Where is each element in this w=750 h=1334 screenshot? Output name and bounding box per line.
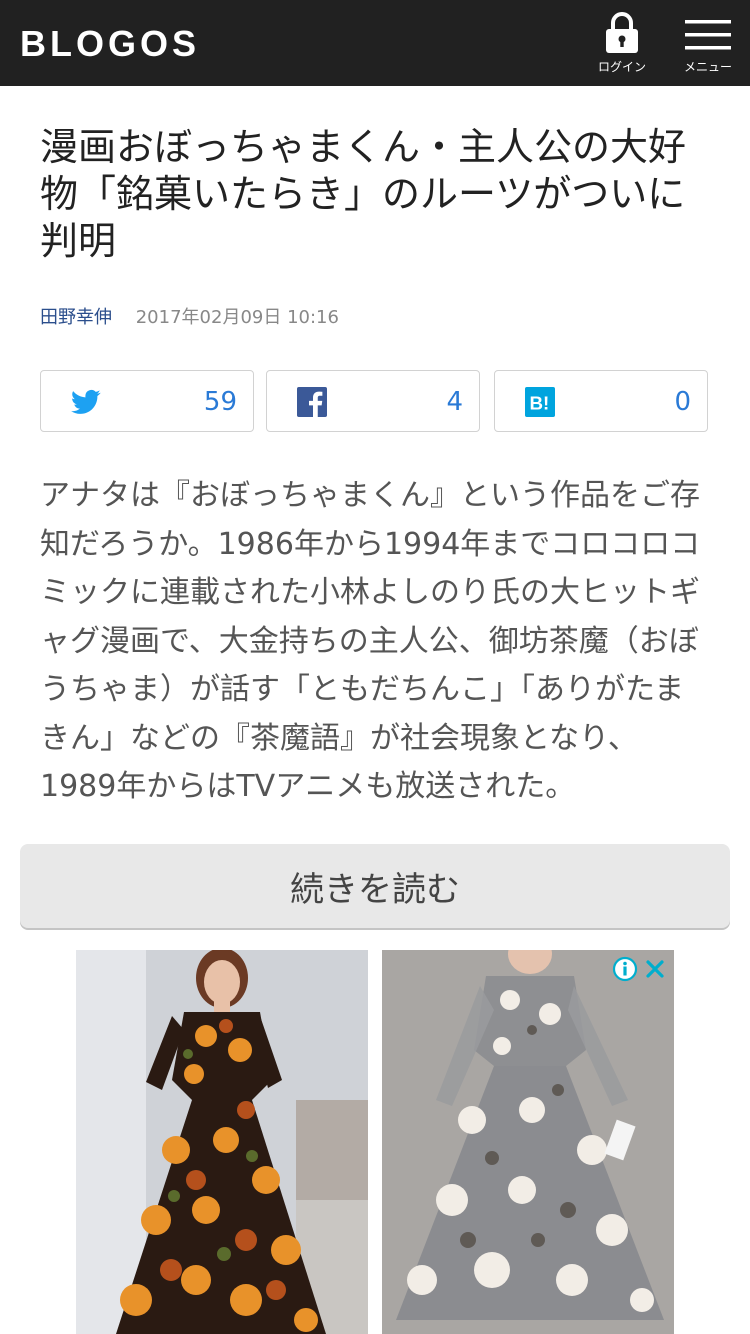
twitter-share-count: 59 xyxy=(203,387,237,417)
article-excerpt: アナタは『おぼっちゃまくん』という作品をご存知だろうか。1986年から1994年… xyxy=(40,478,701,804)
menu-button[interactable]: メニュー xyxy=(680,18,736,80)
svg-text:B!: B! xyxy=(529,393,549,414)
publish-date: 2017年02月09日 10:16 xyxy=(135,307,339,328)
hamburger-menu-icon xyxy=(685,20,731,50)
lock-icon xyxy=(606,12,638,53)
site-header: BLOGOS ログイン メニュー xyxy=(0,0,750,86)
hatena-bookmark-share-button[interactable]: B! 0 xyxy=(494,370,708,432)
facebook-icon xyxy=(297,387,327,417)
site-logo[interactable]: BLOGOS xyxy=(20,24,200,64)
info-icon[interactable] xyxy=(612,956,638,982)
gray-floral-lace-dress-illustration xyxy=(382,950,674,1334)
twitter-share-button[interactable]: 59 xyxy=(40,370,254,432)
login-button[interactable]: ログイン xyxy=(594,10,650,80)
facebook-share-count: 4 xyxy=(446,387,463,417)
hatena-bookmark-icon: B! xyxy=(525,387,555,417)
hatena-bookmark-share-count: 0 xyxy=(674,387,691,417)
article-title: 漫画おぼっちゃまくん・主人公の大好物「銘菓いたらき」のルーツがついに判明 xyxy=(40,125,687,263)
advertisement xyxy=(76,950,676,1334)
article-byline: 田野幸伸 2017年02月09日 10:16 xyxy=(40,306,339,330)
login-label: ログイン xyxy=(597,60,646,74)
menu-label: メニュー xyxy=(683,60,732,74)
floral-maxi-dress-image[interactable] xyxy=(76,950,368,1334)
author-link[interactable]: 田野幸伸 xyxy=(40,307,112,328)
twitter-icon xyxy=(71,389,101,414)
share-buttons: 59 4 B! 0 xyxy=(40,370,710,434)
floral-maxi-dress-illustration xyxy=(76,950,368,1334)
gray-floral-lace-dress-image[interactable] xyxy=(382,950,674,1334)
read-more-button[interactable]: 続きを読む xyxy=(20,844,730,928)
close-icon[interactable] xyxy=(642,956,668,982)
facebook-share-button[interactable]: 4 xyxy=(266,370,480,432)
